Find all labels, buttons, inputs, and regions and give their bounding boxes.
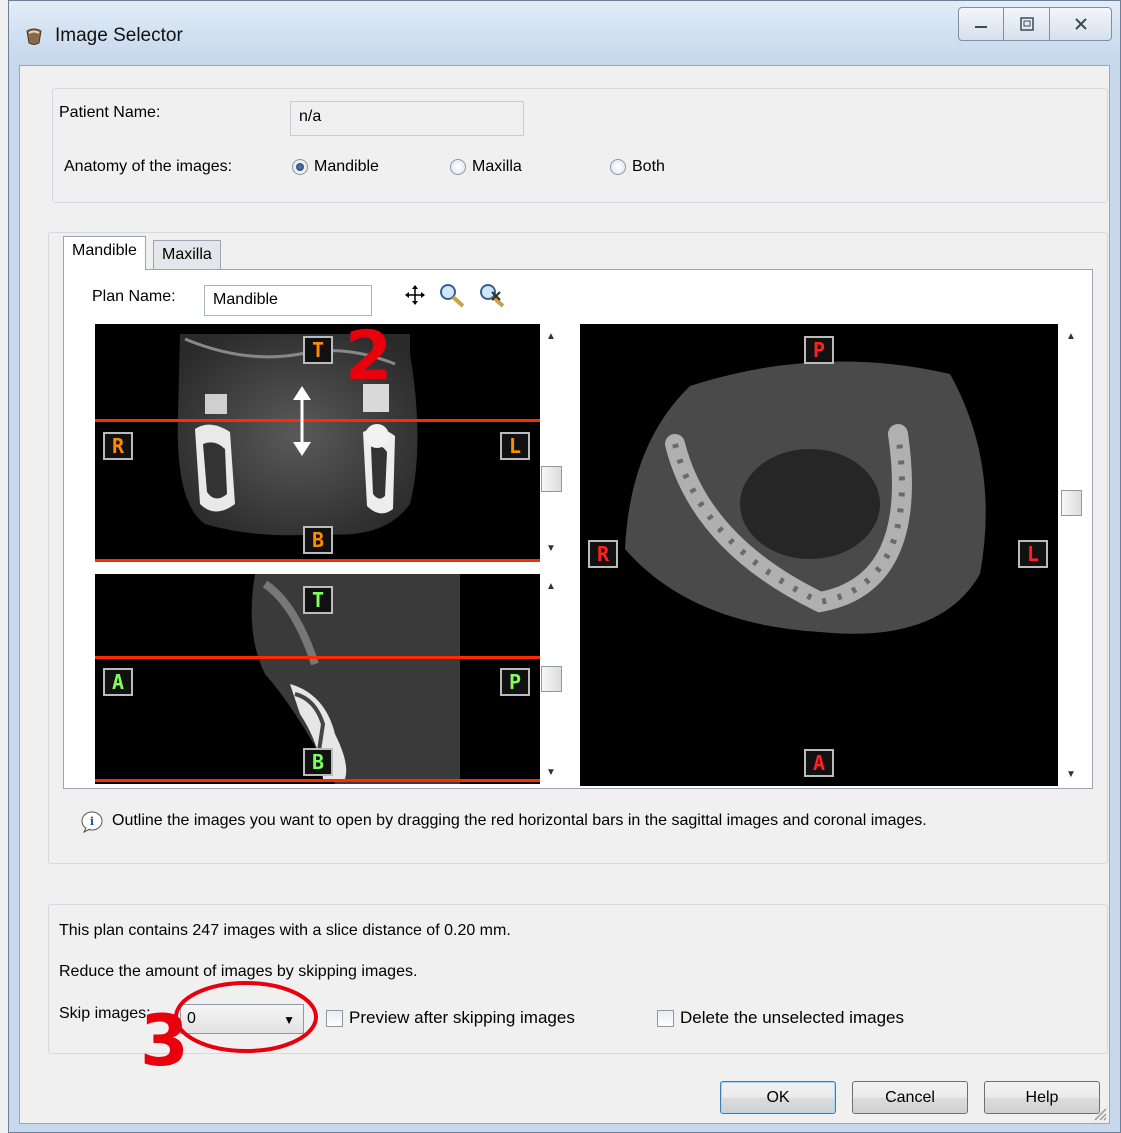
sagittal-label-right: P [500,668,530,696]
app-icon [26,28,42,45]
tab-maxilla[interactable]: Maxilla [153,240,221,270]
coronal-scrollbar[interactable]: ▲ ▼ [540,324,562,560]
scroll-up-icon[interactable]: ▲ [1060,326,1082,346]
coronal-bottom-bar[interactable] [95,559,540,562]
axial-viewer[interactable]: P A R L [580,324,1058,786]
radio-maxilla-dot [450,159,466,175]
patient-group [52,88,1108,203]
preview-checkbox[interactable]: Preview after skipping images [326,1008,575,1028]
plan-name-label: Plan Name: [92,288,176,305]
radio-maxilla[interactable]: Maxilla [450,158,522,176]
delete-unselected-label: Delete the unselected images [680,1008,904,1027]
axial-scrollbar[interactable]: ▲ ▼ [1060,324,1082,786]
scroll-thumb[interactable] [541,466,562,492]
coronal-top-bar[interactable] [95,419,540,422]
coronal-label-left: R [103,432,133,460]
sagittal-viewer[interactable]: T B A P [95,574,540,784]
scroll-thumb[interactable] [541,666,562,692]
drag-arrow-icon [293,386,311,456]
tab-mandible[interactable]: Mandible [63,236,146,270]
coronal-label-bottom: B [303,526,333,554]
scroll-up-icon[interactable]: ▲ [540,576,562,596]
skip-images-label: Skip images: [59,1005,151,1022]
zoom-icon[interactable] [438,282,466,308]
close-button[interactable] [1050,7,1112,41]
delete-unselected-checkbox-box[interactable] [657,1009,674,1027]
scroll-down-icon[interactable]: ▼ [1060,764,1082,784]
step-2-annotation: 2 [345,317,393,396]
help-button[interactable]: Help [984,1081,1100,1114]
move-icon[interactable] [404,284,426,306]
sagittal-top-bar[interactable] [95,656,540,659]
patient-name-label: Patient Name: [59,104,161,121]
title-bar[interactable]: Image Selector [9,1,1120,65]
preview-checkbox-box[interactable] [326,1009,343,1027]
axial-label-top: P [804,336,834,364]
sagittal-scrollbar[interactable]: ▲ ▼ [540,574,562,784]
cancel-button[interactable]: Cancel [852,1081,968,1114]
scroll-down-icon[interactable]: ▼ [540,762,562,782]
image-selector-window: Image Selector Patient Name: n/a Anatomy… [8,0,1121,1133]
scroll-thumb[interactable] [1061,490,1082,516]
radio-both-label: Both [632,158,665,175]
delete-unselected-checkbox[interactable]: Delete the unselected images [657,1008,904,1028]
anatomy-label: Anatomy of the images: [64,158,233,175]
scroll-up-icon[interactable]: ▲ [540,326,562,346]
minimize-button[interactable] [958,7,1004,41]
info-icon: i [81,811,103,834]
axial-label-left: R [588,540,618,568]
svg-text:i: i [90,815,94,828]
sagittal-label-bottom: B [303,748,333,776]
axial-scan-image [625,361,986,634]
sagittal-bottom-bar[interactable] [95,779,540,782]
coronal-viewer[interactable]: T B R L [95,324,540,562]
radio-both[interactable]: Both [610,158,665,176]
axial-label-right: L [1018,540,1048,568]
window-title: Image Selector [55,25,183,46]
resize-grip-icon[interactable] [1091,1105,1107,1121]
patient-name-field: n/a [290,101,524,136]
sagittal-label-left: A [103,668,133,696]
highlight-ellipse [174,981,318,1053]
sagittal-label-top: T [303,586,333,614]
close-icon [1074,18,1087,30]
summary-line-1: This plan contains 247 images with a sli… [59,922,511,939]
coronal-label-right: L [500,432,530,460]
dialog-client: Patient Name: n/a Anatomy of the images:… [19,65,1110,1124]
plan-name-input[interactable]: Mandible [204,285,372,316]
coronal-label-top: T [303,336,333,364]
preview-checkbox-label: Preview after skipping images [349,1008,575,1027]
maximize-button[interactable] [1004,7,1050,41]
zoom-reset-icon[interactable] [478,282,506,308]
minimize-icon [975,26,987,28]
radio-both-dot [610,159,626,175]
axial-label-bottom: A [804,749,834,777]
radio-mandible-label: Mandible [314,158,379,175]
radio-mandible[interactable]: Mandible [292,158,379,176]
ok-button[interactable]: OK [720,1081,836,1114]
radio-mandible-dot [292,159,308,175]
hint-text: Outline the images you want to open by d… [112,812,927,829]
restore-icon [1019,17,1034,31]
radio-maxilla-label: Maxilla [472,158,522,175]
scroll-down-icon[interactable]: ▼ [540,538,562,558]
